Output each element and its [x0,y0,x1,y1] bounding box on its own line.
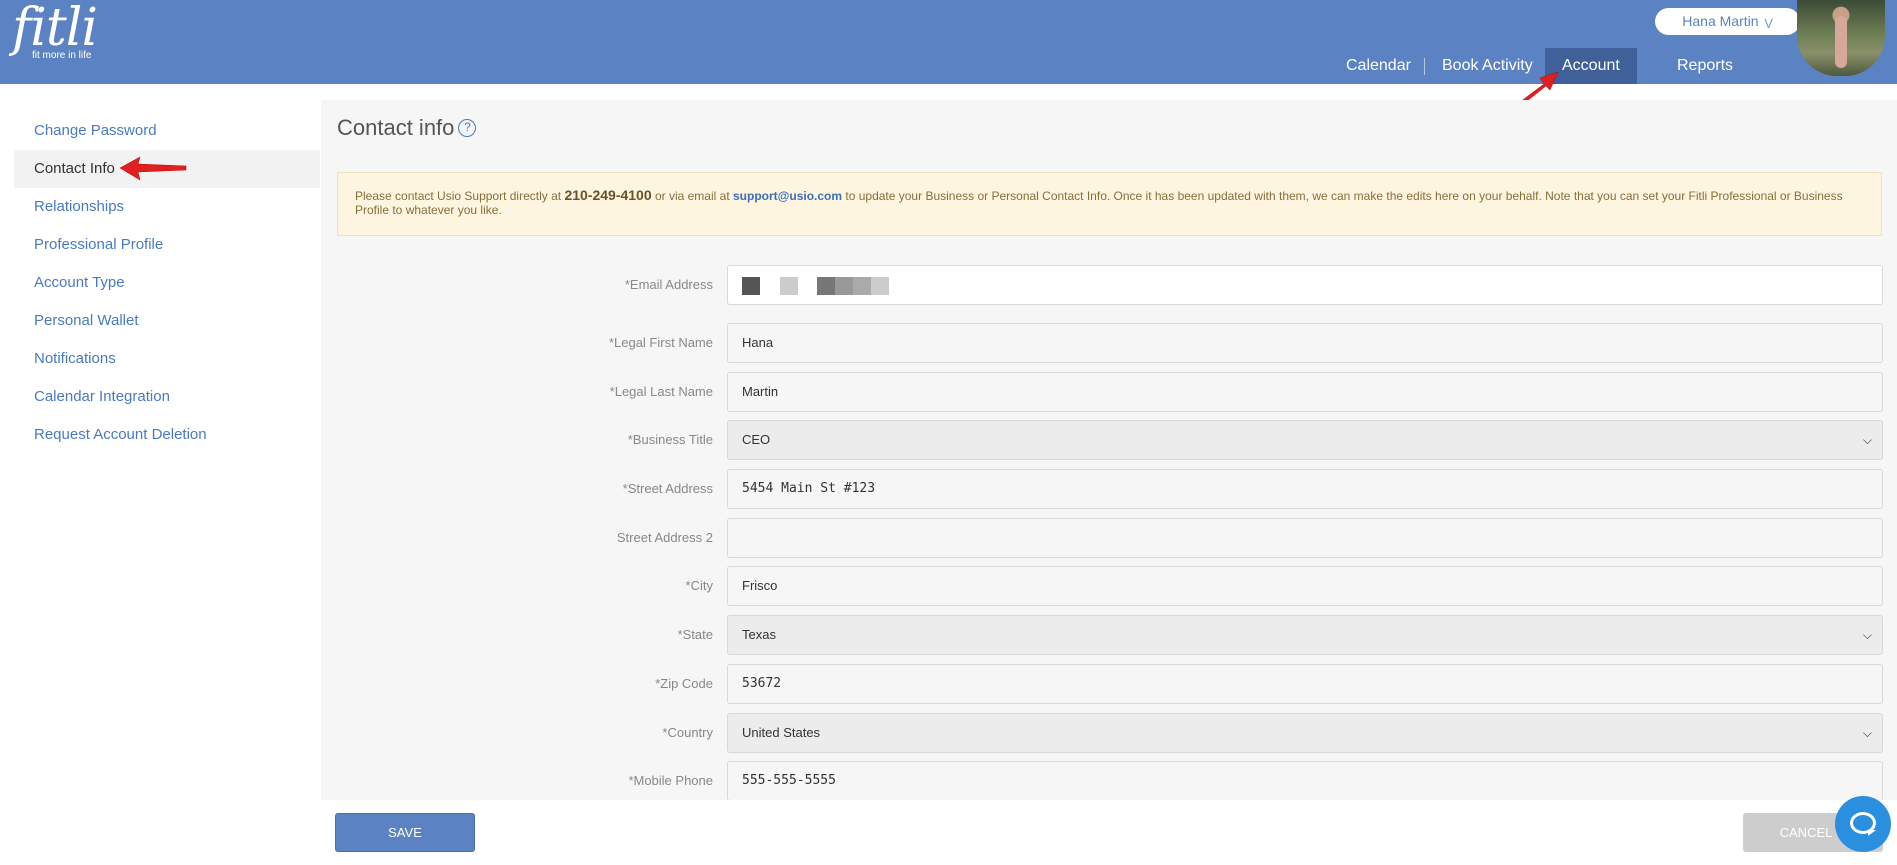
nav-calendar[interactable]: Calendar [1329,48,1428,84]
business-title-row: *Business Title CEO ⌵ [337,420,1883,462]
first-name-field[interactable]: Hana [727,323,1883,363]
street2-label: Street Address 2 [616,530,713,545]
redacted-email-block [742,276,760,295]
user-menu-button[interactable]: Hana Martin ⋁ [1655,8,1800,35]
annotation-arrow-contact-info [119,156,187,181]
mobile-phone-label: *Mobile Phone [628,773,713,788]
business-title-label: *Business Title [627,432,713,447]
redacted-email-block [779,276,798,295]
state-row: *State Texas ⌵ [337,615,1883,657]
sidebar-item-notifications[interactable]: Notifications [14,340,320,378]
city-label: *City [685,578,713,593]
sidebar-item-calendar-integration[interactable]: Calendar Integration [14,378,320,416]
zip-field[interactable]: 53672 [727,664,1883,704]
email-field[interactable] [727,265,1883,305]
redacted-email-block [817,276,836,295]
chevron-down-icon: ⌵ [1862,433,1872,447]
business-title-select[interactable]: CEO ⌵ [727,420,1883,460]
sidebar-item-relationships[interactable]: Relationships [14,188,320,226]
country-label: *Country [662,725,713,740]
country-row: *Country United States ⌵ [337,713,1883,755]
zip-row: *Zip Code 53672 [337,664,1883,706]
email-row: *Email Address [337,265,1883,307]
chevron-down-icon: ⌵ [1862,726,1872,740]
user-name: Hana Martin [1682,13,1759,29]
street-field[interactable]: 5454 Main St #123 [727,469,1883,509]
notice-text-1: Please contact Usio Support directly at [355,189,565,203]
sidebar-item-professional-profile[interactable]: Professional Profile [14,226,320,264]
top-navigation-bar: fitli fit more in life Hana Martin ⋁ Cale… [0,0,1897,84]
help-icon[interactable]: ? [458,119,477,137]
city-field[interactable]: Frisco [727,566,1883,606]
mobile-phone-row: *Mobile Phone 555-555-5555 [337,761,1883,803]
sidebar-item-request-account-deletion[interactable]: Request Account Deletion [14,416,320,454]
chevron-down-icon: ⋁ [1764,18,1773,29]
sidebar-item-account-type[interactable]: Account Type [14,264,320,302]
page-title: Contact info? [337,115,477,141]
logo-word: fitli [12,0,98,58]
save-button[interactable]: SAVE [335,813,475,852]
page-title-text: Contact info [337,115,455,140]
first-name-row: *Legal First Name Hana [337,323,1883,365]
support-phone: 210-249-4100 [564,187,652,203]
sidebar-item-change-password[interactable]: Change Password [14,112,320,150]
country-value: United States [742,725,821,740]
nav-reports[interactable]: Reports [1660,48,1750,84]
street2-field[interactable] [727,518,1883,558]
city-row: *City Frisco [337,566,1883,608]
last-name-label: *Legal Last Name [609,384,713,399]
chat-icon-tail [1868,830,1876,836]
zip-label: *Zip Code [655,676,713,691]
form-footer [321,800,1897,865]
last-name-field[interactable]: Martin [727,372,1883,412]
business-title-value: CEO [742,432,771,447]
street-label: *Street Address [622,481,713,496]
state-select[interactable]: Texas ⌵ [727,615,1883,655]
redacted-email-block [853,276,872,295]
support-email-link[interactable]: support@usio.com [733,189,842,203]
fitli-logo[interactable]: fitli fit more in life [12,0,98,61]
country-select[interactable]: United States ⌵ [727,713,1883,753]
email-label: *Email Address [624,277,713,292]
avatar[interactable] [1797,0,1885,76]
sidebar-item-personal-wallet[interactable]: Personal Wallet [14,302,320,340]
notice-text-2: or via email at [651,189,733,203]
redacted-email-block [871,276,890,295]
state-label: *State [677,627,713,642]
support-notice: Please contact Usio Support directly at … [337,172,1882,236]
state-value: Texas [742,627,776,642]
first-name-label: *Legal First Name [608,335,713,350]
street-row: *Street Address 5454 Main St #123 [337,469,1883,511]
chat-support-button[interactable] [1835,796,1891,852]
last-name-row: *Legal Last Name Martin [337,372,1883,414]
logo-tagline: fit more in life [32,50,92,61]
redacted-email-block [835,276,854,295]
mobile-phone-field[interactable]: 555-555-5555 [727,761,1883,801]
street2-row: Street Address 2 [337,518,1883,560]
chevron-down-icon: ⌵ [1862,628,1872,642]
